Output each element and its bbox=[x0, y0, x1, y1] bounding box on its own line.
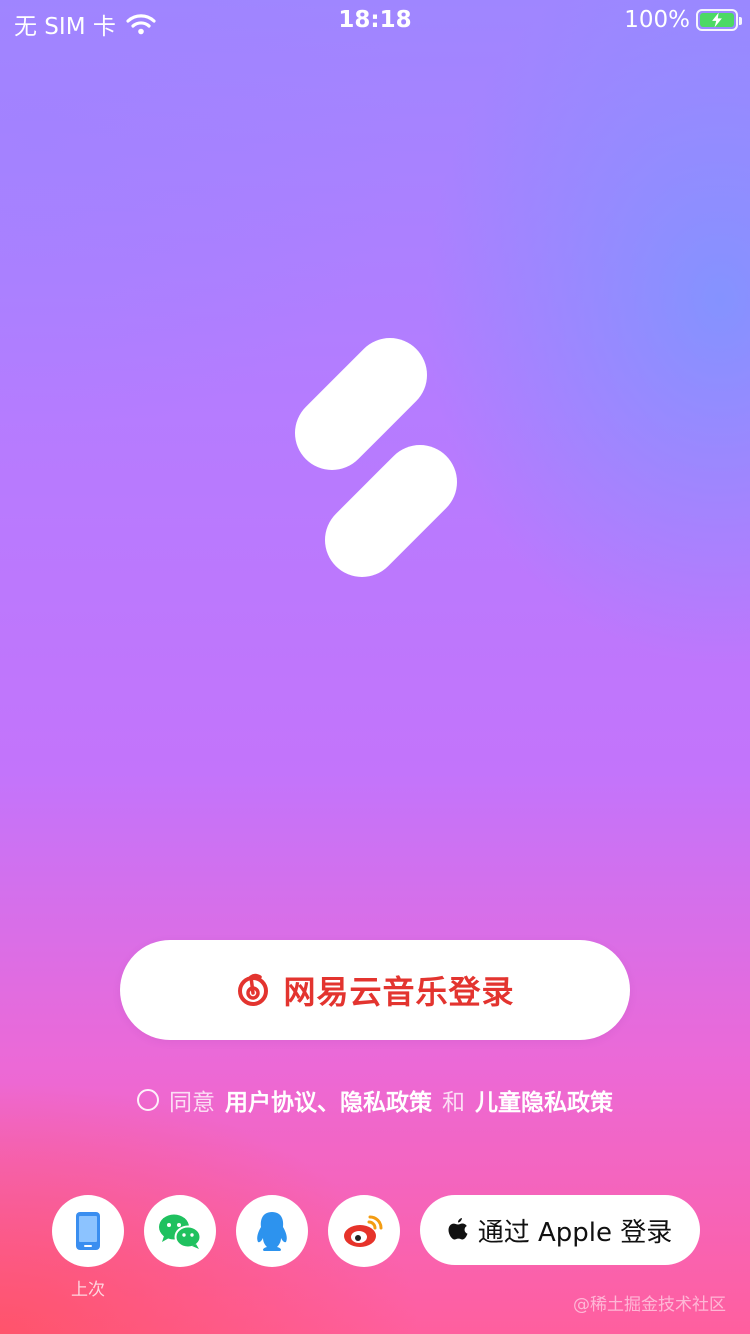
charging-bolt-icon bbox=[712, 12, 722, 28]
last-used-caption: 上次 bbox=[71, 1280, 105, 1300]
phone-login-button[interactable] bbox=[52, 1195, 124, 1267]
wechat-icon bbox=[159, 1214, 202, 1249]
battery-icon bbox=[696, 9, 742, 31]
battery-group: 100% bbox=[624, 7, 742, 33]
agreement-separator: 、 bbox=[317, 1090, 340, 1116]
battery-percent: 100% bbox=[624, 7, 690, 33]
wechat-login-button[interactable] bbox=[144, 1195, 216, 1267]
privacy-policy-link[interactable]: 隐私政策 bbox=[340, 1090, 432, 1116]
battery-cap bbox=[739, 17, 742, 25]
agreement-conjunction: 和 bbox=[442, 1090, 465, 1116]
weibo-login-button[interactable] bbox=[328, 1195, 400, 1267]
netease-music-icon bbox=[238, 973, 269, 1006]
agreement-prefix: 同意 bbox=[169, 1090, 215, 1116]
phone-icon bbox=[76, 1212, 100, 1250]
children-privacy-link[interactable]: 儿童隐私政策 bbox=[475, 1083, 613, 1117]
agreement-row: 同意 用户协议、隐私政策 和 儿童隐私政策 bbox=[0, 1083, 750, 1117]
weibo-icon bbox=[344, 1215, 383, 1247]
user-agreement-link[interactable]: 用户协议 bbox=[225, 1090, 317, 1116]
agreement-checkbox[interactable] bbox=[137, 1089, 159, 1111]
qq-login-button[interactable] bbox=[236, 1195, 308, 1267]
watermark-text: @稀土掘金技术社区 bbox=[573, 1295, 726, 1315]
status-bar: 无 SIM 卡 18:18 100% bbox=[0, 0, 750, 40]
app-logo-icon bbox=[295, 338, 457, 577]
netease-login-label: 网易云音乐登录 bbox=[283, 973, 515, 1011]
apple-icon bbox=[448, 1218, 468, 1240]
qq-icon bbox=[257, 1212, 287, 1251]
netease-login-button[interactable]: 网易云音乐登录 bbox=[120, 940, 630, 1040]
apple-login-label: 通过 Apple 登录 bbox=[477, 1217, 673, 1248]
apple-login-button[interactable]: 通过 Apple 登录 bbox=[420, 1195, 700, 1265]
login-screen: 无 SIM 卡 18:18 100% 网易云音乐登录 同意 用户协议、隐私政策 … bbox=[0, 0, 750, 1334]
